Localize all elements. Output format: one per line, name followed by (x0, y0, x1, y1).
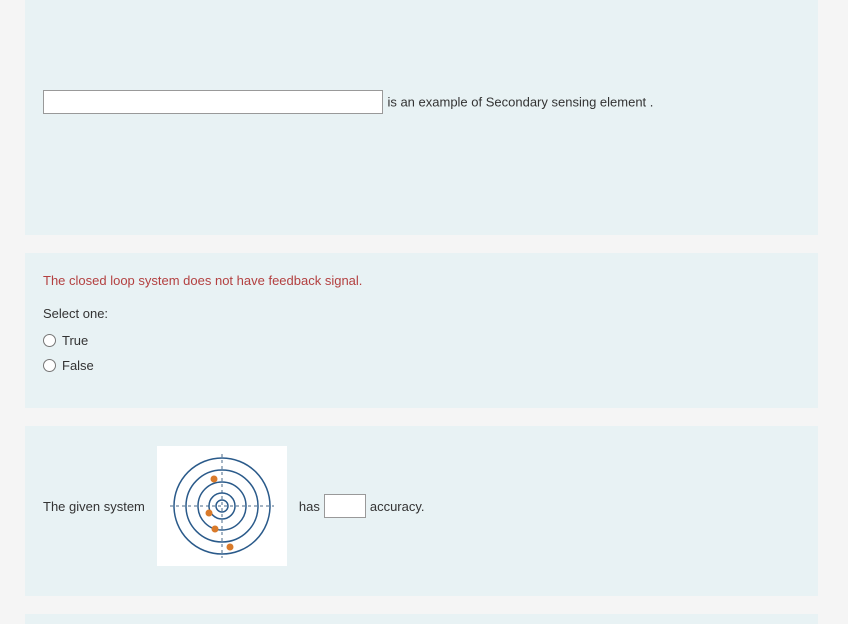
question2-stem: The closed loop system does not have fee… (43, 273, 800, 288)
question3-prefix: The given system (43, 499, 145, 514)
question-card-top (25, 0, 818, 40)
question1-suffix: is an example of Secondary sensing eleme… (387, 95, 653, 110)
question-card-3: The given system has accurac (25, 426, 818, 596)
question-card-2: The closed loop system does not have fee… (25, 253, 818, 408)
target-diagram (157, 446, 287, 566)
radio-true-label: True (62, 333, 88, 348)
radio-false[interactable] (43, 359, 56, 372)
question3-mid: has (299, 499, 320, 514)
radio-option-false: False (43, 358, 800, 373)
question-card-1: is an example of Secondary sensing eleme… (25, 35, 818, 235)
radio-option-true: True (43, 333, 800, 348)
accuracy-input[interactable] (324, 494, 366, 518)
radio-true[interactable] (43, 334, 56, 347)
question3-suffix: accuracy. (370, 499, 425, 514)
radio-false-label: False (62, 358, 94, 373)
question2-prompt: Select one: (43, 306, 800, 321)
question-card-bottom (25, 614, 818, 624)
fill-blank-input[interactable] (43, 90, 383, 114)
